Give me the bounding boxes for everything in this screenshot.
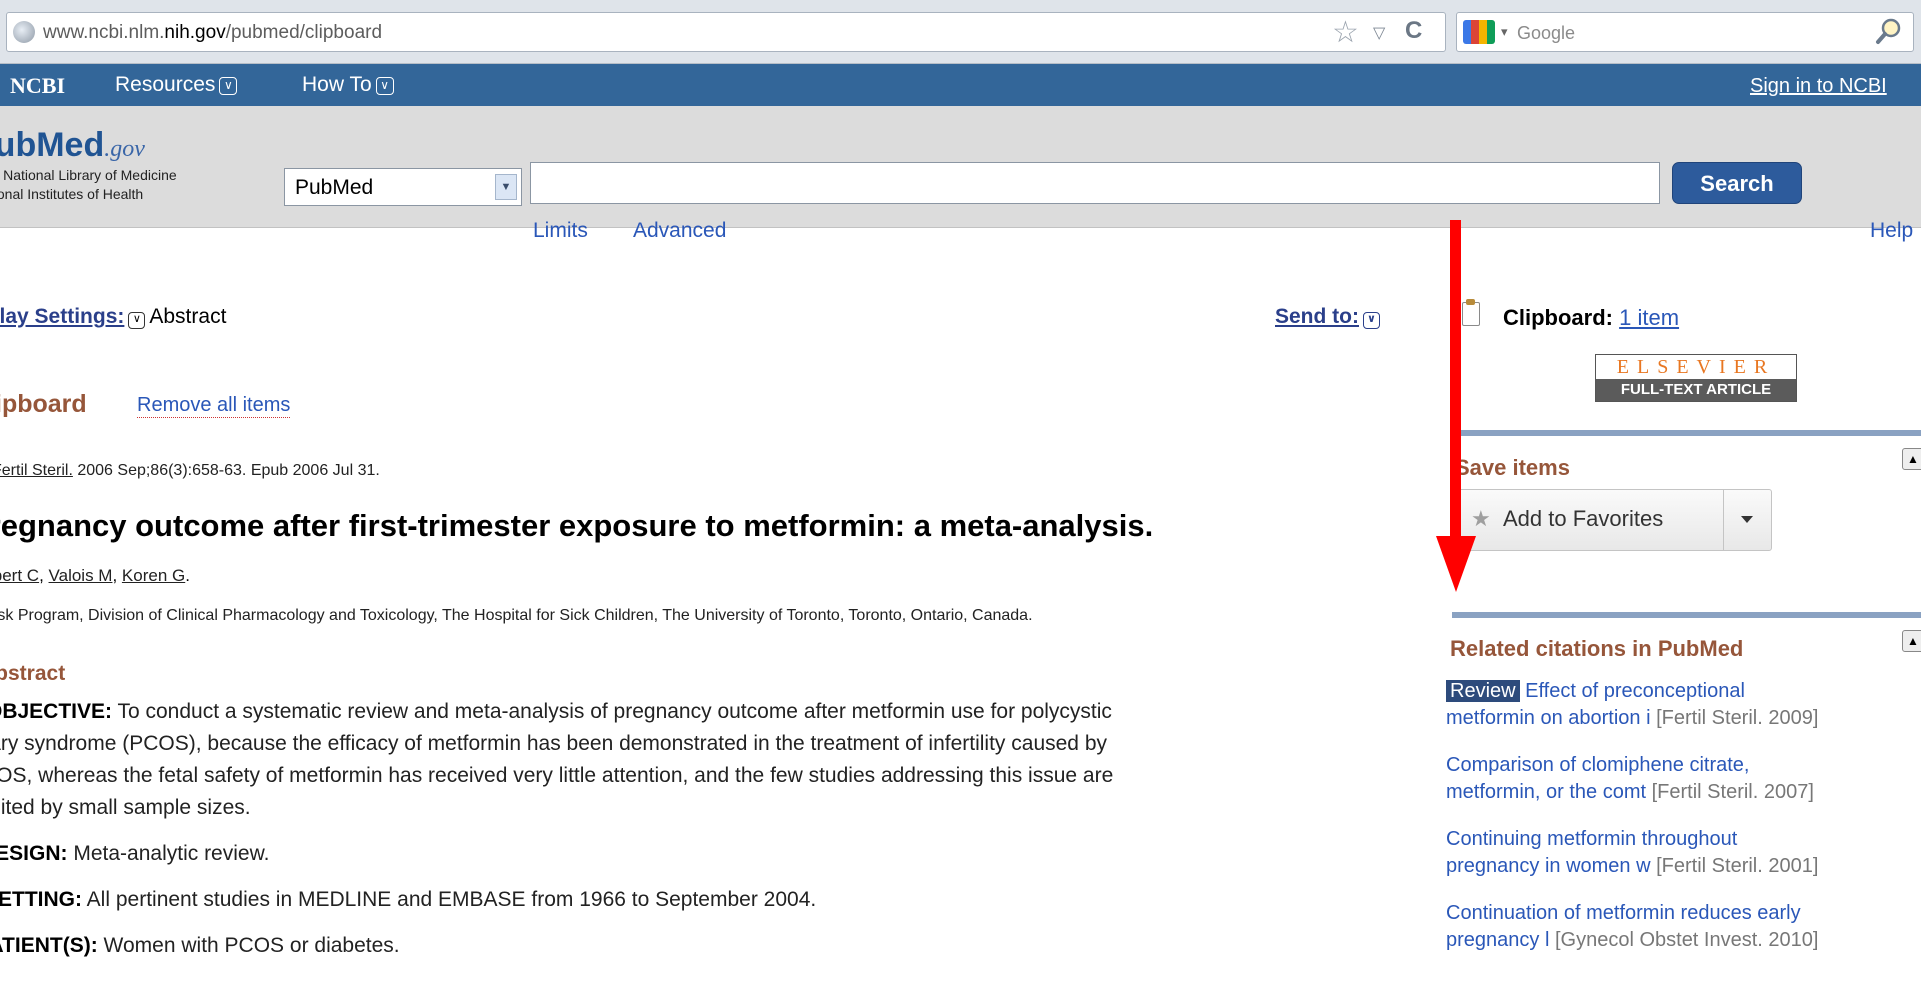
bookmark-star-icon[interactable]: ☆	[1332, 15, 1359, 50]
save-items-divider	[1452, 430, 1921, 436]
related-citation[interactable]: Review Effect of preconceptional metform…	[1446, 678, 1921, 732]
reload-icon[interactable]: C	[1405, 17, 1422, 45]
collapse-save-items-icon[interactable]: ▲	[1902, 448, 1921, 470]
url-history-dropdown-icon[interactable]: ▽	[1373, 23, 1385, 43]
search-input[interactable]	[530, 162, 1660, 204]
advanced-link[interactable]: Advanced	[633, 219, 726, 243]
clipboard-status: Clipboard: 1 item	[1503, 305, 1680, 330]
display-settings-label[interactable]: Display Settings:	[0, 305, 124, 328]
add-to-favorites-button[interactable]: ★ Add to Favorites	[1452, 489, 1772, 551]
related-citation[interactable]: Continuation of metformin reduces early …	[1446, 900, 1921, 954]
journal-link[interactable]: Fertil Steril.	[0, 462, 73, 479]
search-icon[interactable]	[1875, 17, 1903, 45]
chevron-down-icon: ∨	[375, 77, 394, 95]
button-divider	[1723, 490, 1724, 550]
affiliation-text: The Motherisk Program, Division of Clini…	[0, 607, 1033, 624]
send-to-menu[interactable]: Send to: ∨	[1275, 305, 1384, 329]
clipboard-heading: Clipboard	[0, 390, 87, 418]
resources-menu[interactable]: Resources ∨	[115, 73, 238, 97]
article-title: Pregnancy outcome after first-trimester …	[0, 508, 1154, 543]
chevron-down-icon: ∨	[219, 77, 238, 95]
browser-search-placeholder: Google	[1517, 23, 1576, 43]
database-select-value: PubMed	[295, 176, 374, 199]
help-link[interactable]: Help	[1870, 219, 1913, 243]
related-citations-heading: Related citations in PubMed	[1450, 636, 1744, 661]
pubmed-logo[interactable]: PubMed.gov U.S. National Library of Medi…	[0, 126, 177, 203]
review-badge: Review	[1446, 680, 1520, 702]
elsevier-logo-text: ELSEVIER	[1616, 356, 1776, 378]
url-text[interactable]: www.ncbi.nlm.nih.gov/pubmed/clipboard	[43, 22, 382, 44]
logo-line-nih: National Institutes of Health	[0, 186, 144, 202]
sign-in-link[interactable]: Sign in to NCBI	[1750, 75, 1921, 98]
ncbi-brand-link[interactable]: NCBI	[10, 73, 65, 99]
how-to-menu[interactable]: How To ∨	[302, 73, 394, 97]
full-text-article-label: FULL-TEXT ARTICLE	[1596, 379, 1796, 401]
browser-search-box[interactable]: ▾ Google	[1456, 12, 1914, 52]
chevron-down-icon[interactable]: ▼	[495, 174, 517, 200]
google-logo-icon[interactable]	[1463, 20, 1495, 44]
related-citations-divider	[1452, 612, 1921, 618]
site-identity-icon[interactable]	[13, 21, 35, 43]
abstract-body: OBJECTIVE: To conduct a systematic revie…	[0, 700, 1114, 957]
logo-line-nlm: U.S. National Library of Medicine	[0, 167, 177, 183]
send-to-label[interactable]: Send to:	[1275, 305, 1359, 328]
remove-all-items-link[interactable]: Remove all items	[137, 394, 291, 418]
chevron-down-icon[interactable]	[1741, 516, 1753, 523]
collapse-related-icon[interactable]: ▲	[1902, 630, 1921, 652]
clipboard-count-link[interactable]: 1 item	[1619, 305, 1679, 330]
citation-line: Fertil Steril. 2006 Sep;86(3):658-63. Ep…	[0, 462, 380, 480]
related-citation[interactable]: Comparison of clomiphene citrate, metfor…	[1446, 752, 1921, 806]
author-link[interactable]: Valois M	[49, 566, 113, 585]
author-list: Gilbert C, Valois M, Koren G.	[0, 566, 190, 586]
chevron-down-icon[interactable]: ∨	[1363, 312, 1380, 329]
display-settings[interactable]: Display Settings:∨Abstract	[0, 305, 226, 329]
elsevier-full-text-link[interactable]: ELSEVIER FULL-TEXT ARTICLE	[1595, 354, 1797, 402]
chevron-down-icon[interactable]: ∨	[128, 312, 146, 329]
database-select[interactable]: PubMed ▼	[284, 168, 522, 206]
address-bar[interactable]: www.ncbi.nlm.nih.gov/pubmed/clipboard ☆ …	[6, 12, 1446, 52]
red-arrow-annotation	[1436, 220, 1476, 592]
related-citations-list: Review Effect of preconceptional metform…	[1446, 678, 1921, 974]
ncbi-nav-bar: NCBI Resources ∨ How To ∨ Sign in to NCBI	[0, 64, 1921, 106]
limits-link[interactable]: Limits	[533, 219, 588, 243]
search-button[interactable]: Search	[1672, 162, 1802, 204]
author-link[interactable]: Koren G	[122, 566, 185, 585]
search-engine-dropdown-icon[interactable]: ▾	[1501, 24, 1508, 40]
browser-toolbar: www.ncbi.nlm.nih.gov/pubmed/clipboard ☆ …	[0, 0, 1921, 64]
display-format-value: Abstract	[149, 305, 227, 328]
related-citation[interactable]: Continuing metformin throughout pregnanc…	[1446, 826, 1921, 880]
add-to-favorites-label: Add to Favorites	[1503, 506, 1664, 531]
abstract-heading: Abstract	[0, 662, 66, 685]
author-link[interactable]: Gilbert C	[0, 566, 39, 585]
